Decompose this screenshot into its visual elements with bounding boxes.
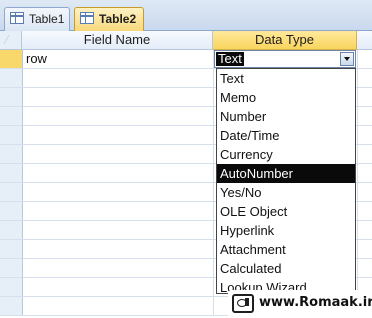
field-name-cell[interactable] — [22, 107, 214, 125]
field-name-cell[interactable] — [22, 126, 214, 144]
row-selector[interactable] — [0, 164, 23, 182]
chevron-down-icon — [344, 57, 350, 61]
data-type-column-header[interactable]: Data Type — [213, 31, 357, 50]
field-name-cell[interactable]: row — [22, 50, 214, 68]
tab-table1[interactable]: Table1 — [4, 7, 70, 31]
row-selector[interactable] — [0, 107, 23, 125]
dropdown-option[interactable]: Text — [217, 69, 355, 88]
description-column-header[interactable] — [357, 31, 372, 50]
row-selector[interactable] — [0, 297, 23, 315]
table-icon — [80, 12, 94, 24]
dropdown-option[interactable]: Memo — [217, 88, 355, 107]
table-icon — [10, 12, 24, 24]
field-name-cell[interactable] — [22, 69, 214, 87]
watermark-text: www.Romaak.ir — [259, 295, 372, 310]
dropdown-option[interactable]: OLE Object — [217, 202, 355, 221]
field-name-cell[interactable] — [22, 202, 214, 220]
field-name-cell[interactable] — [22, 221, 214, 239]
row-selector[interactable] — [0, 202, 23, 220]
romaak-logo-icon — [232, 294, 254, 313]
dropdown-option[interactable]: Attachment — [217, 240, 355, 259]
data-type-dropdown-list: Text Memo Number Date/Time Currency AutoNumbe… — [216, 68, 356, 294]
dropdown-option[interactable]: Currency — [217, 145, 355, 164]
row-selector[interactable] — [0, 259, 23, 277]
row-selector[interactable] — [0, 50, 23, 68]
watermark: www.Romaak.ir — [228, 290, 372, 318]
dropdown-option[interactable]: Yes/No — [217, 183, 355, 202]
corner-mark — [3, 35, 19, 44]
field-name-cell[interactable] — [22, 88, 214, 106]
row-selector[interactable] — [0, 145, 23, 163]
field-name-text: row — [26, 51, 47, 66]
dropdown-option[interactable]: AutoNumber — [217, 164, 355, 183]
combo-selected-value: Text — [216, 51, 244, 66]
row-selector[interactable] — [0, 240, 23, 258]
field-name-column-header[interactable]: Field Name — [22, 31, 213, 50]
select-all-corner[interactable] — [0, 31, 22, 50]
row-selector[interactable] — [0, 88, 23, 106]
dropdown-option[interactable]: Date/Time — [217, 126, 355, 145]
tab-label: Table1 — [29, 12, 65, 26]
field-name-cell[interactable] — [22, 259, 214, 277]
field-name-cell[interactable] — [22, 164, 214, 182]
row-selector[interactable] — [0, 126, 23, 144]
tab-label: Table2 — [99, 12, 137, 26]
dropdown-button[interactable] — [340, 52, 354, 66]
document-tab-strip: Table1 Table2 — [0, 0, 372, 31]
dropdown-option[interactable]: Calculated — [217, 259, 355, 278]
tab-table2[interactable]: Table2 — [74, 7, 144, 31]
row-selector[interactable] — [0, 69, 23, 87]
data-type-combo[interactable]: Text — [214, 50, 356, 68]
dropdown-option[interactable]: Hyperlink — [217, 221, 355, 240]
row-selector[interactable] — [0, 183, 23, 201]
row-selector[interactable] — [0, 278, 23, 296]
field-name-cell[interactable] — [22, 183, 214, 201]
field-name-cell[interactable] — [22, 278, 214, 296]
field-name-cell[interactable] — [22, 297, 214, 315]
field-name-cell[interactable] — [22, 145, 214, 163]
field-name-cell[interactable] — [22, 240, 214, 258]
dropdown-option[interactable]: Number — [217, 107, 355, 126]
row-selector[interactable] — [0, 221, 23, 239]
